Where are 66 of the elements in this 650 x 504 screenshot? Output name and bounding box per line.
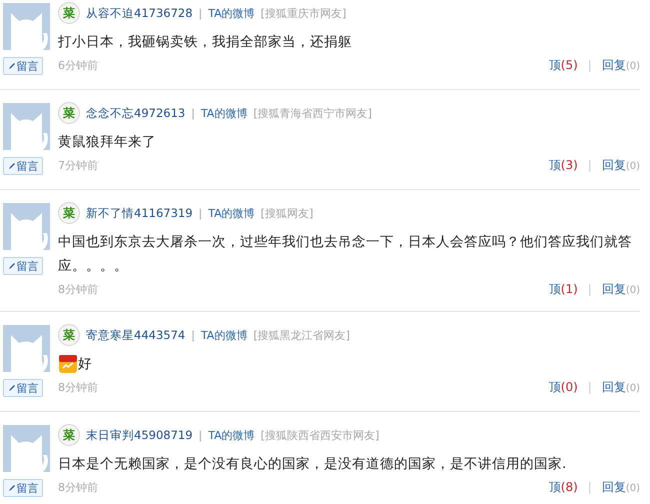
message-button[interactable]: 留言 [3, 479, 43, 497]
separator: | [191, 328, 195, 342]
level-badge: 菜 [58, 424, 80, 446]
reply-link[interactable]: 回复(0) [602, 280, 640, 298]
weibo-link[interactable]: TA的微博 [208, 206, 255, 220]
timestamp: 8分钟前 [58, 480, 98, 494]
separator: | [588, 480, 592, 494]
comment-text: 中国也到东京去大屠杀一次，过些年我们也去吊念一下，日本人会答应吗？他们答应我们就答应。。。。 [58, 233, 633, 276]
weibo-link[interactable]: TA的微博 [208, 428, 255, 442]
timestamp: 7分钟前 [58, 158, 98, 172]
timestamp: 8分钟前 [58, 282, 98, 296]
separator: | [191, 106, 195, 120]
avatar [3, 103, 50, 150]
separator: | [198, 6, 202, 20]
upvote-link[interactable]: 顶(3) [548, 156, 578, 174]
separator: | [198, 206, 202, 220]
user-name[interactable]: 念念不忘4972613 [86, 106, 186, 120]
comment-text: 好 [78, 355, 92, 374]
user-location: [搜狐重庆市网友] [260, 6, 346, 20]
message-button[interactable]: 留言 [3, 379, 43, 397]
user-location: [搜狐网友] [260, 206, 314, 220]
separator: | [588, 158, 592, 172]
weibo-link[interactable]: TA的微博 [200, 328, 248, 342]
upvote-link[interactable]: 顶(5) [548, 56, 578, 74]
user-name[interactable]: 新不了情41167319 [86, 206, 193, 220]
avatar [3, 3, 50, 50]
user-location: [搜狐黑龙江省网友] [253, 328, 350, 342]
comment-text: 日本是个无赖国家，是个没有良心的国家，是没有道德的国家，是不讲信用的国家. [58, 455, 566, 474]
level-badge: 菜 [58, 102, 80, 124]
pencil-icon [8, 62, 16, 70]
timestamp: 8分钟前 [58, 380, 98, 394]
message-button[interactable]: 留言 [3, 157, 43, 175]
user-name[interactable]: 寄意寒星4443574 [86, 328, 186, 342]
upvote-link[interactable]: 顶(8) [548, 478, 578, 496]
level-badge: 菜 [58, 2, 80, 24]
weibo-link[interactable]: TA的微博 [200, 106, 248, 120]
upvote-link[interactable]: 顶(1) [548, 280, 578, 298]
message-button[interactable]: 留言 [3, 57, 43, 75]
user-name[interactable]: 从容不迫41736728 [86, 6, 193, 20]
user-location: [搜狐青海省西宁市网友] [253, 106, 372, 120]
user-name[interactable]: 末日审判45908719 [86, 428, 193, 442]
user-location: [搜狐陕西省西安市网友] [260, 428, 380, 442]
upvote-link[interactable]: 顶(0) [548, 378, 578, 396]
weibo-link[interactable]: TA的微博 [208, 6, 255, 20]
separator: | [588, 282, 592, 296]
pencil-icon [8, 384, 16, 392]
reply-link[interactable]: 回复(0) [602, 156, 640, 174]
level-badge: 菜 [58, 202, 80, 224]
avatar [3, 425, 50, 472]
separator: | [588, 380, 592, 394]
pencil-icon [8, 484, 16, 492]
pencil-icon [8, 262, 16, 270]
avatar [3, 325, 50, 372]
reply-link[interactable]: 回复(0) [602, 478, 640, 496]
reply-link[interactable]: 回复(0) [602, 378, 640, 396]
reply-link[interactable]: 回复(0) [602, 56, 640, 74]
timestamp: 6分钟前 [58, 58, 98, 72]
separator: | [198, 428, 202, 442]
pencil-icon [8, 162, 16, 170]
avatar [3, 203, 50, 250]
comment-text: 黄鼠狼拜年来了 [58, 133, 156, 152]
message-button[interactable]: 留言 [3, 257, 43, 275]
emoticon-icon [58, 354, 78, 374]
comment-text: 打小日本，我砸锅卖铁，我捐全部家当，还捐躯 [58, 33, 352, 52]
separator: | [588, 58, 592, 72]
level-badge: 菜 [58, 324, 80, 346]
